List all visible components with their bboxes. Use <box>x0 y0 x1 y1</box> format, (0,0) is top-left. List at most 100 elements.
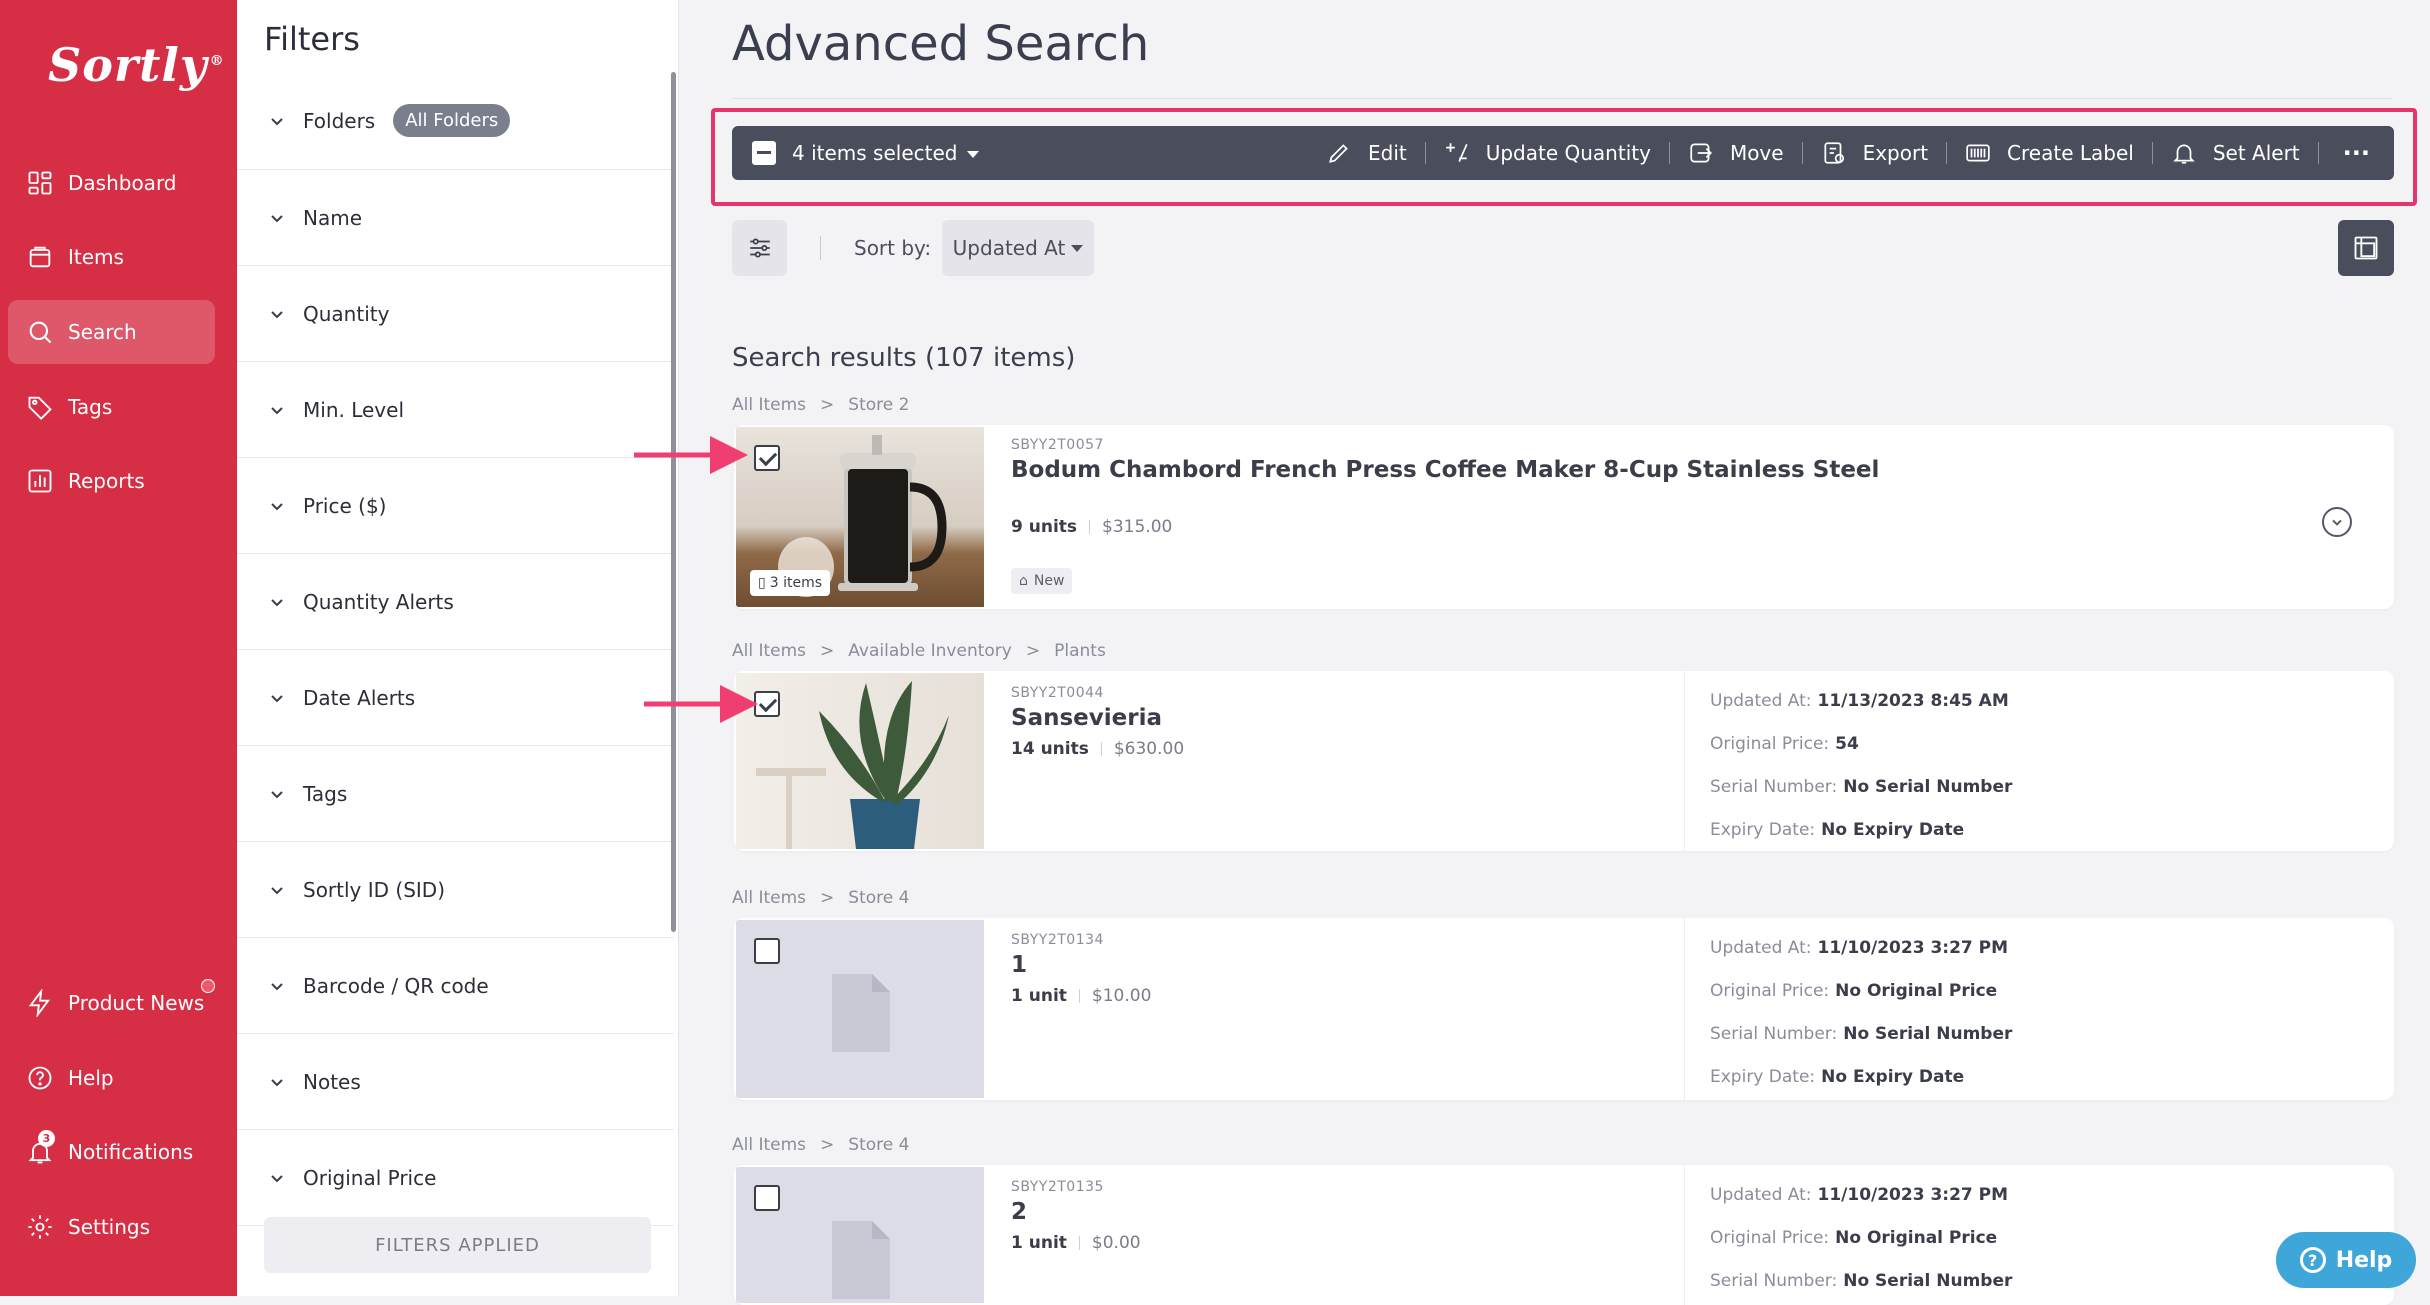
breadcrumb-item[interactable]: All Items <box>732 395 806 415</box>
item-name[interactable]: 1 <box>1011 952 1027 978</box>
item-name[interactable]: 2 <box>1011 1199 1027 1225</box>
result-card[interactable]: ▯ 3 items SBYY2T0057 Bodum Chambord French … <box>734 425 2394 609</box>
item-name[interactable]: Sansevieria <box>1011 705 1162 731</box>
help-button[interactable]: ? Help <box>2276 1232 2416 1288</box>
filter-row[interactable]: Tags <box>237 746 674 842</box>
sidebar-item-product-news[interactable]: Product News <box>8 971 215 1035</box>
deselect-checkbox[interactable] <box>752 141 776 165</box>
sidebar-item-notifications[interactable]: 3 Notifications <box>8 1120 215 1184</box>
update-quantity-button[interactable]: Update Quantity <box>1426 126 1669 180</box>
detail-value: No Expiry Date <box>1821 820 1965 840</box>
edit-label: Edit <box>1367 141 1407 165</box>
item-thumbnail[interactable] <box>736 673 984 849</box>
item-checkbox[interactable] <box>754 1185 780 1211</box>
item-thumbnail[interactable] <box>736 920 984 1098</box>
item-thumbnail[interactable]: ▯ 3 items <box>736 427 984 607</box>
breadcrumb-item[interactable]: All Items <box>732 641 806 661</box>
bell-icon <box>2173 144 2195 164</box>
sidebar-item-tags[interactable]: Tags <box>8 375 215 439</box>
breadcrumb-item[interactable]: Store 2 <box>848 395 909 415</box>
filter-row[interactable]: Date Alerts <box>237 650 674 746</box>
detail-row: Serial Number: No Serial Number <box>1710 777 2012 797</box>
breadcrumb: All Items > Available Inventory > Plants <box>732 641 1106 661</box>
sidebar-item-help[interactable]: Help <box>8 1046 215 1110</box>
breadcrumb-item[interactable]: Available Inventory <box>848 641 1012 661</box>
item-price: $0.00 <box>1091 1233 1141 1253</box>
create-label-button[interactable]: Create Label <box>1947 126 2152 180</box>
item-meta: 9 units $315.00 <box>1011 517 1172 537</box>
chevron-down-icon <box>2332 519 2342 526</box>
folder-pill[interactable]: All Folders <box>393 104 511 137</box>
filter-row[interactable]: Barcode / QR code <box>237 938 674 1034</box>
item-price: $315.00 <box>1102 517 1173 537</box>
sortly-logo[interactable]: Sortly ® <box>48 38 225 92</box>
news-dot <box>201 979 215 993</box>
item-thumbnail[interactable] <box>736 1167 984 1303</box>
item-checkbox[interactable] <box>754 445 780 471</box>
breadcrumb-item[interactable]: Store 4 <box>848 888 909 908</box>
filters-scrollbar[interactable] <box>671 72 676 932</box>
detail-label: Original Price: <box>1710 981 1830 1001</box>
filter-label: Notes <box>303 1069 361 1094</box>
breadcrumb-item[interactable]: All Items <box>732 1135 806 1155</box>
sort-dropdown[interactable]: Updated At <box>942 220 1094 276</box>
breadcrumb-separator: > <box>820 395 835 415</box>
sidebar-item-label: Settings <box>68 1215 151 1239</box>
detail-label: Serial Number: <box>1710 1024 1838 1044</box>
filter-row[interactable]: Min. Level <box>237 362 674 458</box>
result-card[interactable]: SBYY2T0134 1 1 unit $10.00 Updated At: 11/10/… <box>734 918 2394 1100</box>
set-alert-button[interactable]: Set Alert <box>2153 126 2318 180</box>
detail-row: Updated At: 11/10/2023 3:27 PM <box>1710 1185 2008 1205</box>
caret-down-icon <box>967 151 980 158</box>
dashboard-icon <box>28 171 52 195</box>
result-card[interactable]: SBYY2T0044 Sansevieria 14 units $630.00 Upda… <box>734 671 2394 851</box>
lightning-icon <box>28 989 51 1017</box>
sidebar-item-dashboard[interactable]: Dashboard <box>8 151 215 215</box>
filter-row[interactable]: Quantity <box>237 266 674 362</box>
view-toggle-button[interactable] <box>2338 220 2394 276</box>
bulk-action-toolbar: 4 items selected Edit Update Quantity Mo… <box>732 126 2394 180</box>
export-button[interactable]: Export <box>1803 126 1946 180</box>
detail-row: Serial Number: No Serial Number <box>1710 1024 2012 1044</box>
sidebar-item-settings[interactable]: Settings <box>8 1195 215 1259</box>
move-button[interactable]: Move <box>1670 126 1802 180</box>
expand-button[interactable] <box>2322 507 2352 537</box>
item-checkbox[interactable] <box>754 938 780 964</box>
filter-toggle-button[interactable] <box>732 220 787 276</box>
sidebar-item-items[interactable]: Items <box>8 225 215 289</box>
breadcrumb-separator: > <box>820 1135 835 1155</box>
item-sid: SBYY2T0134 <box>1011 932 1104 948</box>
sidebar-item-reports[interactable]: Reports <box>8 449 215 513</box>
item-name[interactable]: Bodum Chambord French Press Coffee Maker… <box>1011 457 1879 483</box>
tag-chip[interactable]: ⌂ New <box>1011 568 1073 594</box>
filter-row[interactable]: Notes <box>237 1034 674 1130</box>
selection-dropdown[interactable]: 4 items selected <box>792 141 980 165</box>
filter-row[interactable]: Price ($) <box>237 458 674 554</box>
move-icon <box>1690 143 1712 163</box>
breadcrumb-item[interactable]: Plants <box>1054 641 1106 661</box>
filter-folders[interactable]: Folders All Folders <box>237 72 674 170</box>
selection-count: 4 items selected <box>792 141 958 165</box>
detail-label: Expiry Date: <box>1710 1067 1816 1087</box>
filter-label: Folders <box>303 108 376 133</box>
tag-icon <box>28 396 52 420</box>
chevron-down-icon <box>271 1174 283 1182</box>
filter-row[interactable]: Sortly ID (SID) <box>237 842 674 938</box>
detail-label: Updated At: <box>1710 691 1812 711</box>
filters-applied-button[interactable]: FILTERS APPLIED <box>264 1217 651 1273</box>
barcode-icon <box>1966 144 1990 162</box>
filter-row[interactable]: Name <box>237 170 674 266</box>
chevron-down-icon <box>271 502 283 510</box>
edit-button[interactable]: Edit <box>1308 126 1425 180</box>
detail-value: 54 <box>1835 734 1859 754</box>
details-divider <box>1684 918 1685 1100</box>
sidebar-item-search[interactable]: Search <box>8 300 215 364</box>
chevron-down-icon <box>271 982 283 990</box>
filter-row[interactable]: Original Price <box>237 1130 674 1226</box>
breadcrumb-item[interactable]: All Items <box>732 888 806 908</box>
filter-row[interactable]: Quantity Alerts <box>237 554 674 650</box>
result-card[interactable]: SBYY2T0135 2 1 unit $0.00 Updated At: 11/10/2… <box>734 1165 2394 1305</box>
more-actions-button[interactable]: ··· <box>2319 126 2394 180</box>
breadcrumb-item[interactable]: Store 4 <box>848 1135 909 1155</box>
detail-row: Original Price: 54 <box>1710 734 1859 754</box>
